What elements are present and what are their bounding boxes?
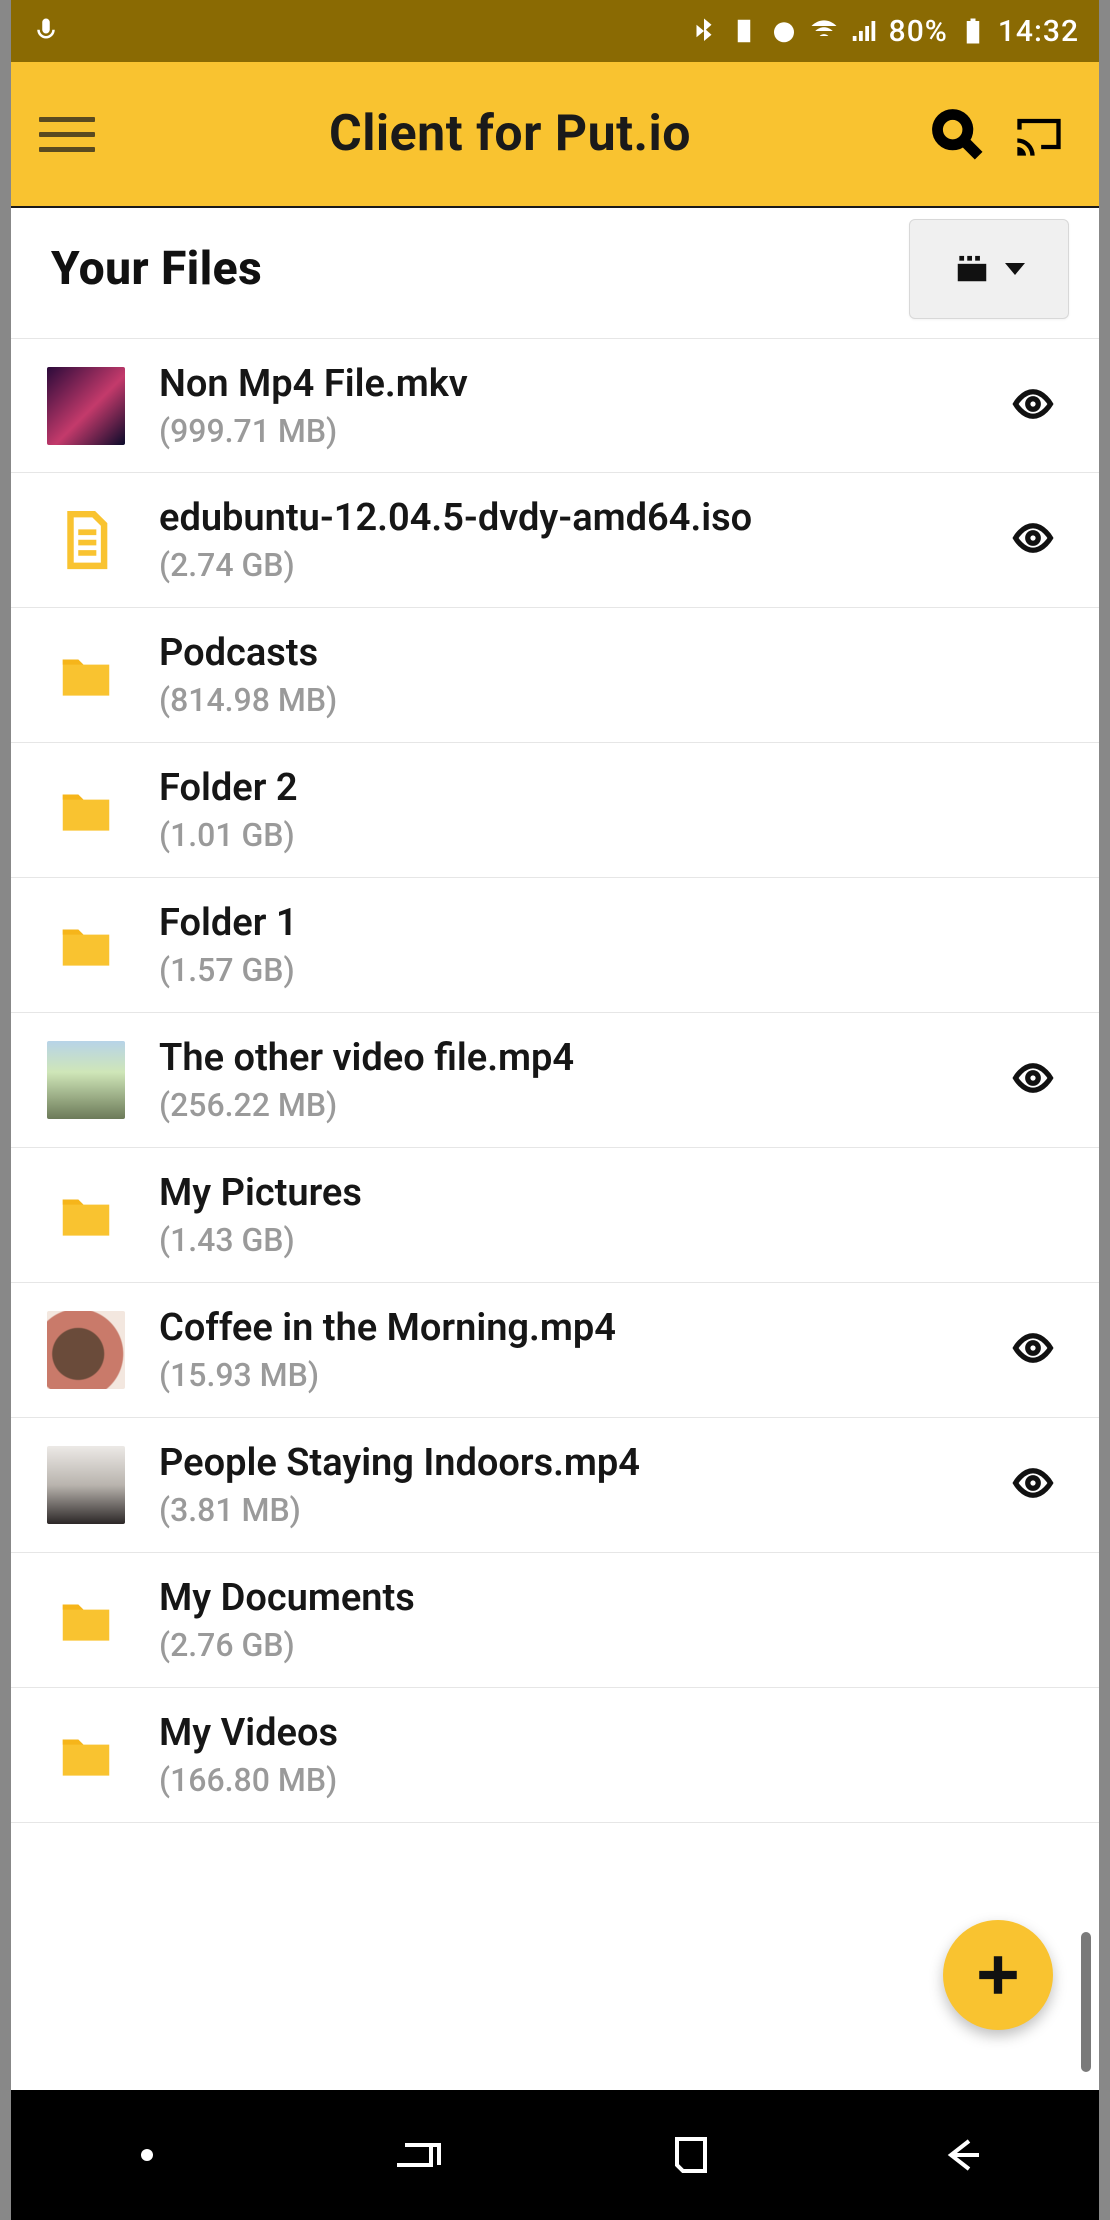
eye-icon <box>1012 1327 1054 1373</box>
section-header: Your Files <box>11 208 1099 330</box>
folder-icon <box>47 1716 125 1794</box>
file-size: (1.43 GB) <box>159 1221 969 1259</box>
file-size: (15.93 MB) <box>159 1356 969 1394</box>
file-size: (166.80 MB) <box>159 1761 969 1799</box>
mic-indicator-icon <box>31 16 61 46</box>
battery-icon <box>958 16 988 46</box>
app-bar: Client for Put.io <box>11 62 1099 208</box>
watched-toggle[interactable] <box>1003 1057 1063 1103</box>
menu-button[interactable] <box>39 106 95 162</box>
folder-icon <box>47 771 125 849</box>
signal-icon <box>849 16 879 46</box>
eye-icon <box>1012 383 1054 429</box>
folder-icon <box>47 906 125 984</box>
alarm-icon <box>769 16 799 46</box>
eye-icon <box>1012 1057 1054 1103</box>
nav-recents-button[interactable] <box>379 2125 459 2185</box>
folder-icon <box>47 1581 125 1659</box>
file-name: My Pictures <box>159 1171 969 1215</box>
file-row[interactable]: My Pictures (1.43 GB) <box>11 1148 1099 1283</box>
file-size: (3.81 MB) <box>159 1491 969 1529</box>
file-name: My Documents <box>159 1576 969 1620</box>
file-name: Non Mp4 File.mkv <box>159 362 969 406</box>
battery-percent: 80% <box>889 14 948 49</box>
app-title: Client for Put.io <box>113 105 907 163</box>
watched-toggle[interactable] <box>1003 517 1063 563</box>
file-name: Folder 1 <box>159 901 969 945</box>
file-name: My Videos <box>159 1711 969 1755</box>
cast-button[interactable] <box>1007 102 1071 166</box>
android-navbar <box>11 2090 1099 2220</box>
file-row[interactable]: edubuntu-12.04.5-dvdy-amd64.iso (2.74 GB) <box>11 473 1099 608</box>
wifi-icon <box>809 16 839 46</box>
file-row[interactable]: The other video file.mp4 (256.22 MB) <box>11 1013 1099 1148</box>
file-row[interactable]: Coffee in the Morning.mp4 (15.93 MB) <box>11 1283 1099 1418</box>
watched-toggle[interactable] <box>1003 1327 1063 1373</box>
nav-home-button[interactable] <box>651 2125 731 2185</box>
file-name: Coffee in the Morning.mp4 <box>159 1306 969 1350</box>
file-size: (814.98 MB) <box>159 681 969 719</box>
file-size: (999.71 MB) <box>159 412 969 450</box>
folder-icon <box>47 1176 125 1254</box>
file-size: (2.76 GB) <box>159 1626 969 1664</box>
eye-icon <box>1012 517 1054 563</box>
file-row[interactable]: Folder 1 (1.57 GB) <box>11 878 1099 1013</box>
file-size: (1.57 GB) <box>159 951 969 989</box>
file-list[interactable]: Non Mp4 File.mkv (999.71 MB) edubuntu-12.0… <box>11 330 1099 2090</box>
file-name: The other video file.mp4 <box>159 1036 969 1080</box>
watched-toggle[interactable] <box>1003 1462 1063 1508</box>
clock-time: 14:32 <box>998 14 1079 49</box>
video-thumbnail <box>47 1041 125 1119</box>
video-thumbnail <box>47 1446 125 1524</box>
add-fab[interactable] <box>943 1920 1053 2030</box>
file-name: Podcasts <box>159 631 969 675</box>
video-thumbnail <box>47 1311 125 1389</box>
file-size: (256.22 MB) <box>159 1086 969 1124</box>
search-button[interactable] <box>925 102 989 166</box>
chevron-down-icon <box>1005 263 1025 275</box>
file-row[interactable]: My Videos (166.80 MB) <box>11 1688 1099 1823</box>
page-title: Your Files <box>51 242 262 296</box>
file-row[interactable]: Non Mp4 File.mkv (999.71 MB) <box>11 338 1099 473</box>
bluetooth-icon <box>689 16 719 46</box>
vibrate-icon <box>729 16 759 46</box>
filter-icon <box>953 248 991 290</box>
watched-toggle[interactable] <box>1003 383 1063 429</box>
file-row[interactable]: Podcasts (814.98 MB) <box>11 608 1099 743</box>
nav-back-button[interactable] <box>923 2125 1003 2185</box>
file-name: edubuntu-12.04.5-dvdy-amd64.iso <box>159 496 969 540</box>
android-statusbar: 80% 14:32 <box>11 0 1099 62</box>
view-filter-button[interactable] <box>909 219 1069 319</box>
document-icon <box>47 501 125 579</box>
file-name: Folder 2 <box>159 766 969 810</box>
file-size: (2.74 GB) <box>159 546 969 584</box>
folder-icon <box>47 636 125 714</box>
video-thumbnail <box>47 367 125 445</box>
file-row[interactable]: Folder 2 (1.01 GB) <box>11 743 1099 878</box>
file-size: (1.01 GB) <box>159 816 969 854</box>
file-name: People Staying Indoors.mp4 <box>159 1441 969 1485</box>
nav-extra-button[interactable] <box>107 2125 187 2185</box>
eye-icon <box>1012 1462 1054 1508</box>
file-row[interactable]: My Documents (2.76 GB) <box>11 1553 1099 1688</box>
scroll-indicator[interactable] <box>1081 1932 1091 2072</box>
file-row[interactable]: People Staying Indoors.mp4 (3.81 MB) <box>11 1418 1099 1553</box>
